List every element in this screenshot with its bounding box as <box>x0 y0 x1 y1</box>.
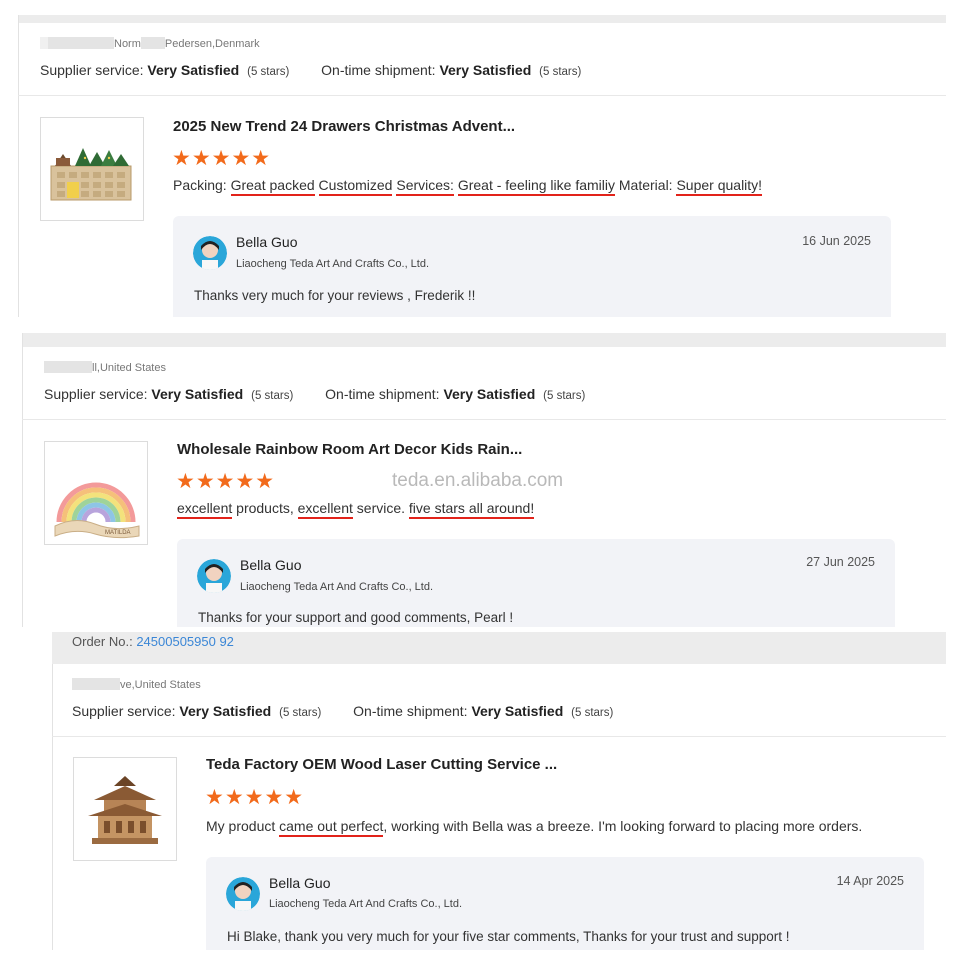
star-rating: ★★★★★ <box>205 786 305 809</box>
review-card-2: ll,United States Supplier service: Very … <box>22 333 946 627</box>
supplier-service-value: Very Satisfied <box>151 386 244 402</box>
product-thumbnail[interactable]: MATILDA <box>44 441 148 545</box>
avatar-icon <box>197 559 231 593</box>
reply-date: 27 Jun 2025 <box>806 555 875 569</box>
service-ratings: Supplier service: Very Satisfied (5 star… <box>72 703 614 719</box>
product-title[interactable]: Wholesale Rainbow Room Art Decor Kids Ra… <box>177 441 522 458</box>
seller-reply: Bella Guo Liaocheng Teda Art And Crafts … <box>206 857 924 950</box>
product-title[interactable]: 2025 New Trend 24 Drawers Christmas Adve… <box>173 118 515 135</box>
reply-message: Thanks for your support and good comment… <box>198 610 514 625</box>
reply-date: 16 Jun 2025 <box>802 234 871 248</box>
service-ratings: Supplier service: Very Satisfied (5 star… <box>44 386 586 402</box>
reply-company: Liaocheng Teda Art And Crafts Co., Ltd. <box>236 258 430 270</box>
svg-text:MATILDA: MATILDA <box>105 530 131 536</box>
wooden-pagoda-image <box>88 776 162 844</box>
product-thumbnail[interactable] <box>40 117 144 221</box>
shipment-value: Very Satisfied <box>439 62 532 78</box>
order-number: Order No.: 24500505950 92 <box>72 634 234 649</box>
reply-date: 14 Apr 2025 <box>836 874 904 888</box>
reviewer-location: ve,United States <box>72 678 201 691</box>
advent-house-image <box>50 148 132 201</box>
supplier-service-value: Very Satisfied <box>147 62 240 78</box>
avatar-icon <box>226 877 260 911</box>
watermark: teda.en.alibaba.com <box>392 470 564 491</box>
review-card-1: Norm Pedersen,Denmark Supplier service: V… <box>18 15 946 317</box>
shipment-label: On-time shipment: <box>325 386 440 402</box>
supplier-service-value: Very Satisfied <box>179 703 272 719</box>
reply-author: Bella Guo <box>240 557 302 573</box>
seller-reply: Bella Guo Liaocheng Teda Art And Crafts … <box>177 539 895 627</box>
reviewer-location: ll,United States <box>44 361 166 374</box>
reply-company: Liaocheng Teda Art And Crafts Co., Ltd. <box>240 581 434 593</box>
reply-message: Thanks very much for your reviews , Fred… <box>194 288 476 303</box>
supplier-service-label: Supplier service: <box>40 62 144 78</box>
avatar-icon <box>193 236 227 270</box>
supplier-service-label: Supplier service: <box>72 703 176 719</box>
service-ratings: Supplier service: Very Satisfied (5 star… <box>40 62 582 78</box>
rainbow-decor-image: MATILDA <box>54 482 140 539</box>
reply-author: Bella Guo <box>236 234 298 250</box>
reply-message: Hi Blake, thank you very much for your f… <box>227 929 790 944</box>
order-number-link[interactable]: 24500505950 92 <box>136 634 234 649</box>
review-card-3: Order No.: 24500505950 92 ve,United Stat… <box>52 632 946 950</box>
reply-author: Bella Guo <box>269 875 331 891</box>
reply-company: Liaocheng Teda Art And Crafts Co., Ltd. <box>269 898 463 910</box>
seller-reply: Bella Guo Liaocheng Teda Art And Crafts … <box>173 216 891 317</box>
star-rating: ★★★★★ <box>172 147 272 170</box>
shipment-label: On-time shipment: <box>321 62 436 78</box>
supplier-service-label: Supplier service: <box>44 386 148 402</box>
reviewer-location: Norm Pedersen,Denmark <box>40 37 260 50</box>
star-rating: ★★★★★ <box>176 470 276 493</box>
shipment-value: Very Satisfied <box>443 386 536 402</box>
product-thumbnail[interactable] <box>73 757 177 861</box>
shipment-label: On-time shipment: <box>353 703 468 719</box>
review-text: Packing: Great packed Customized Service… <box>173 177 763 196</box>
review-text: excellent products, excellent service. f… <box>177 500 535 519</box>
review-text: My product came out perfect, working wit… <box>206 818 862 837</box>
shipment-value: Very Satisfied <box>471 703 564 719</box>
product-title[interactable]: Teda Factory OEM Wood Laser Cutting Serv… <box>206 756 557 773</box>
